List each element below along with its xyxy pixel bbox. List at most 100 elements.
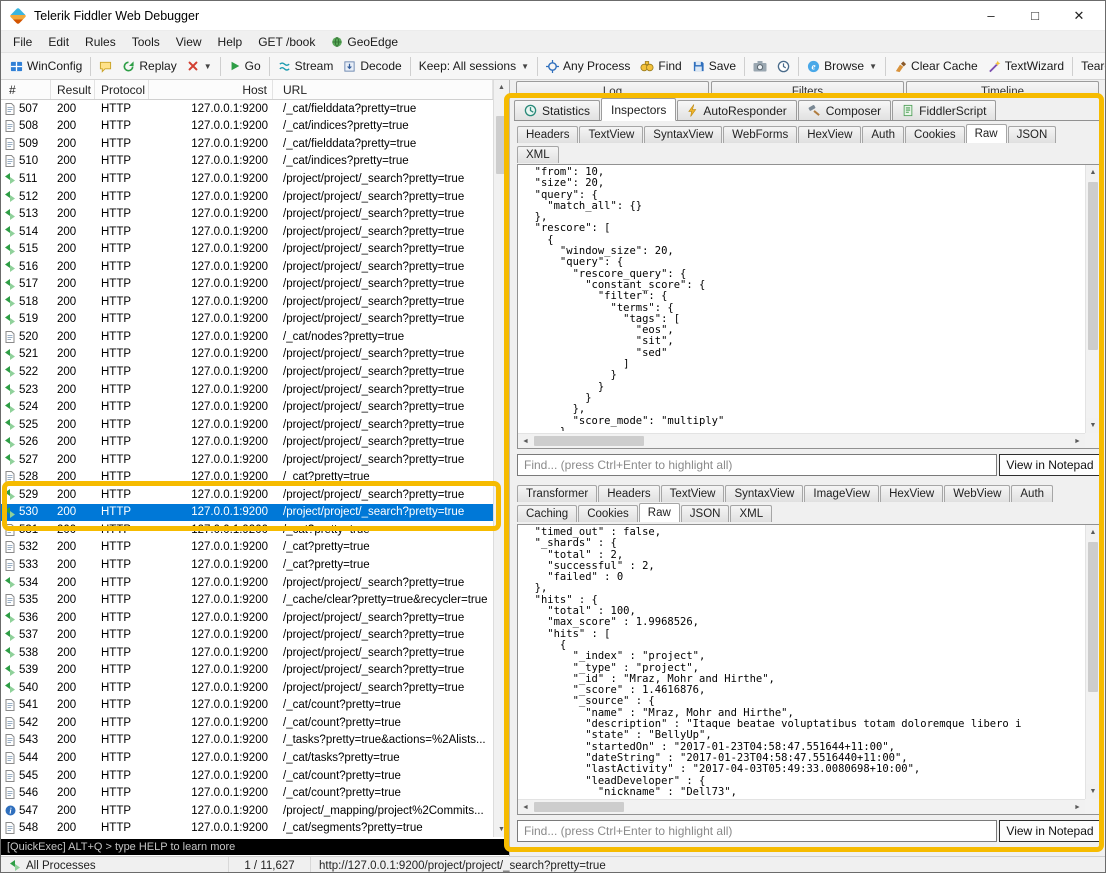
scroll-up-icon[interactable]: ▲ — [1086, 165, 1100, 180]
toolbar-replay[interactable]: Replay — [117, 56, 181, 76]
menu-view[interactable]: View — [168, 33, 210, 51]
scroll-down-icon[interactable]: ▼ — [1086, 784, 1100, 799]
response-vertical-scrollbar[interactable]: ▲ ▼ — [1085, 525, 1100, 799]
menu-tools[interactable]: Tools — [124, 33, 168, 51]
toolbar-screenshot[interactable] — [748, 57, 772, 75]
request-tab-json[interactable]: JSON — [1008, 126, 1057, 143]
toolbar-any-process[interactable]: Any Process — [541, 56, 635, 76]
session-row-546[interactable]: 546200HTTP127.0.0.1:9200/_cat/count?pret… — [1, 784, 493, 802]
column-header-result[interactable]: Result — [51, 80, 95, 99]
response-tab-imageview[interactable]: ImageView — [804, 485, 879, 502]
tab-timeline[interactable]: Timeline — [906, 81, 1099, 98]
response-tab-json[interactable]: JSON — [681, 505, 730, 522]
session-row-539[interactable]: 539200HTTP127.0.0.1:9200/project/project… — [1, 662, 493, 680]
request-tab-textview[interactable]: TextView — [579, 126, 643, 143]
session-row-535[interactable]: 535200HTTP127.0.0.1:9200/_cache/clear?pr… — [1, 591, 493, 609]
session-row-545[interactable]: 545200HTTP127.0.0.1:9200/_cat/count?pret… — [1, 767, 493, 785]
session-list-header[interactable]: #ResultProtocolHostURL — [1, 80, 493, 100]
maximize-button[interactable]: □ — [1013, 2, 1057, 30]
session-row-534[interactable]: 534200HTTP127.0.0.1:9200/project/project… — [1, 574, 493, 592]
request-raw-view[interactable]: "from": 10, "size": 20, "query": { "matc… — [517, 164, 1101, 449]
toolbar-tearoff[interactable]: Tearoff — [1076, 56, 1106, 76]
scroll-right-icon[interactable]: ► — [1070, 800, 1085, 814]
response-tab-caching[interactable]: Caching — [517, 505, 577, 522]
toolbar-textwizard[interactable]: TextWizard — [983, 56, 1069, 76]
response-raw-view[interactable]: "timed_out" : false, "_shards" : { "tota… — [517, 524, 1101, 815]
session-row-520[interactable]: 520200HTTP127.0.0.1:9200/_cat/nodes?pret… — [1, 328, 493, 346]
response-tab-webview[interactable]: WebView — [944, 485, 1010, 502]
request-tab-headers[interactable]: Headers — [517, 126, 578, 143]
session-row-536[interactable]: 536200HTTP127.0.0.1:9200/project/project… — [1, 609, 493, 627]
tab-statistics[interactable]: Statistics — [514, 100, 600, 120]
response-tab-raw[interactable]: Raw — [639, 503, 680, 522]
toolbar-save[interactable]: Save — [687, 56, 741, 76]
session-row-524[interactable]: 524200HTTP127.0.0.1:9200/project/project… — [1, 398, 493, 416]
session-row-531[interactable]: 531200HTTP127.0.0.1:9200/_cat?pretty=tru… — [1, 521, 493, 539]
session-row-523[interactable]: 523200HTTP127.0.0.1:9200/project/project… — [1, 381, 493, 399]
session-row-521[interactable]: 521200HTTP127.0.0.1:9200/project/project… — [1, 346, 493, 364]
response-tab-cookies[interactable]: Cookies — [578, 505, 638, 522]
tab-composer[interactable]: Composer — [798, 100, 891, 120]
request-tab-auth[interactable]: Auth — [862, 126, 904, 143]
session-row-508[interactable]: 508200HTTP127.0.0.1:9200/_cat/indices?pr… — [1, 118, 493, 136]
scroll-left-icon[interactable]: ◄ — [518, 800, 533, 814]
column-header-host[interactable]: Host — [149, 80, 273, 99]
toolbar-winconfig[interactable]: WinConfig — [5, 56, 87, 76]
session-row-509[interactable]: 509200HTTP127.0.0.1:9200/_cat/fielddata?… — [1, 135, 493, 153]
scroll-down-icon[interactable]: ▼ — [494, 822, 509, 837]
toolbar-decode[interactable]: Decode — [338, 56, 406, 76]
scroll-up-icon[interactable]: ▲ — [494, 80, 509, 95]
session-row-530[interactable]: 530200HTTP127.0.0.1:9200/project/project… — [1, 504, 493, 522]
session-row-537[interactable]: 537200HTTP127.0.0.1:9200/project/project… — [1, 626, 493, 644]
session-row-544[interactable]: 544200HTTP127.0.0.1:9200/_cat/tasks?pret… — [1, 749, 493, 767]
menu-file[interactable]: File — [5, 33, 40, 51]
menu-get-book[interactable]: GET /book — [250, 33, 323, 51]
scroll-down-icon[interactable]: ▼ — [1086, 418, 1100, 433]
scroll-left-icon[interactable]: ◄ — [518, 434, 533, 448]
scrollbar-thumb[interactable] — [1088, 182, 1098, 350]
toolbar-stream[interactable]: Stream — [273, 56, 339, 76]
response-tab-xml[interactable]: XML — [730, 505, 772, 522]
session-row-532[interactable]: 532200HTTP127.0.0.1:9200/_cat?pretty=tru… — [1, 539, 493, 557]
response-tab-transformer[interactable]: Transformer — [517, 485, 597, 502]
scrollbar-thumb[interactable] — [1088, 542, 1098, 692]
tab-filters[interactable]: Filters — [711, 81, 904, 98]
session-row-522[interactable]: 522200HTTP127.0.0.1:9200/project/project… — [1, 363, 493, 381]
toolbar-find[interactable]: Find — [635, 56, 686, 76]
tab-inspectors[interactable]: Inspectors — [601, 98, 676, 121]
session-row-543[interactable]: 543200HTTP127.0.0.1:9200/_tasks?pretty=t… — [1, 732, 493, 750]
session-row-517[interactable]: 517200HTTP127.0.0.1:9200/project/project… — [1, 275, 493, 293]
tab-fiddlerscript[interactable]: FiddlerScript — [892, 100, 996, 120]
request-tab-xml[interactable]: XML — [517, 146, 559, 163]
request-tab-webforms[interactable]: WebForms — [723, 126, 797, 143]
toolbar-remove-sessions[interactable]: ▼ — [182, 57, 217, 75]
session-row-538[interactable]: 538200HTTP127.0.0.1:9200/project/project… — [1, 644, 493, 662]
menu-geoedge[interactable]: GeoEdge — [323, 33, 406, 51]
request-find-input[interactable] — [517, 454, 997, 476]
session-row-512[interactable]: 512200HTTP127.0.0.1:9200/project/project… — [1, 188, 493, 206]
toolbar-go[interactable]: Go — [224, 56, 266, 76]
session-list-scrollbar[interactable]: ▲ ▼ — [493, 80, 509, 837]
quickexec-bar[interactable]: [QuickExec] ALT+Q > type HELP to learn m… — [1, 839, 509, 855]
menu-help[interactable]: Help — [210, 33, 251, 51]
response-tab-auth[interactable]: Auth — [1011, 485, 1053, 502]
toolbar-timer[interactable] — [772, 57, 795, 76]
response-tab-headers[interactable]: Headers — [598, 485, 659, 502]
menu-edit[interactable]: Edit — [40, 33, 77, 51]
scrollbar-thumb[interactable] — [534, 802, 624, 812]
session-row-518[interactable]: 518200HTTP127.0.0.1:9200/project/project… — [1, 293, 493, 311]
session-row-528[interactable]: 528200HTTP127.0.0.1:9200/_cat?pretty=tru… — [1, 468, 493, 486]
toolbar-keep-sessions[interactable]: Keep: All sessions▼ — [414, 56, 534, 76]
menu-rules[interactable]: Rules — [77, 33, 124, 51]
response-tab-textview[interactable]: TextView — [661, 485, 725, 502]
session-row-511[interactable]: 511200HTTP127.0.0.1:9200/project/project… — [1, 170, 493, 188]
toolbar-clear-cache[interactable]: Clear Cache — [889, 56, 983, 76]
session-row-510[interactable]: 510200HTTP127.0.0.1:9200/_cat/indices?pr… — [1, 153, 493, 171]
session-row-529[interactable]: 529200HTTP127.0.0.1:9200/project/project… — [1, 486, 493, 504]
scrollbar-thumb[interactable] — [534, 436, 644, 446]
session-row-525[interactable]: 525200HTTP127.0.0.1:9200/project/project… — [1, 416, 493, 434]
request-tab-syntaxview[interactable]: SyntaxView — [644, 126, 722, 143]
tab-log[interactable]: Log — [516, 81, 709, 98]
column-header-protocol[interactable]: Protocol — [95, 80, 149, 99]
request-view-in-notepad-button[interactable]: View in Notepad — [999, 454, 1101, 476]
